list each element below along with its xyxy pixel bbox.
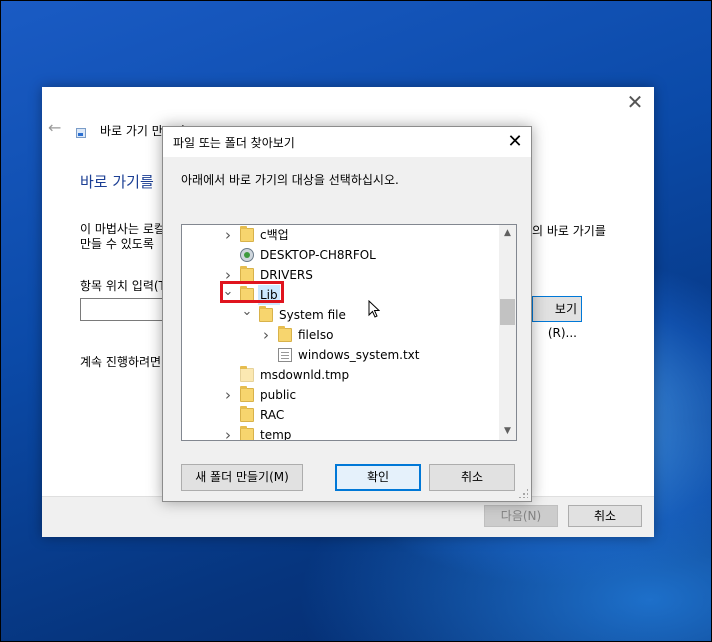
no-expander: [260, 345, 272, 365]
tree-item[interactable]: › fileIso: [182, 325, 500, 345]
tree-item[interactable]: DESKTOP-CH8RFOL: [182, 245, 500, 265]
wizard-description-right: 의 바로 가기를: [532, 224, 606, 238]
tree-item-label: DESKTOP-CH8RFOL: [260, 248, 376, 262]
no-expander: [222, 245, 234, 265]
ok-button[interactable]: 확인: [335, 464, 421, 491]
tree-item[interactable]: ⌄ System file: [182, 305, 500, 325]
expand-chevron-icon[interactable]: ›: [260, 325, 272, 345]
tree-item[interactable]: › public: [182, 385, 500, 405]
tree-item[interactable]: › temp: [182, 425, 500, 441]
dialog-close-icon[interactable]: ✕: [503, 130, 527, 154]
tree-item[interactable]: › c백업: [182, 225, 500, 245]
folder-tree[interactable]: › c백업 DESKTOP-CH8RFOL › DRIVERS ⌄ Lib ⌄ System f…: [181, 224, 517, 441]
next-button[interactable]: 다음(N): [484, 505, 558, 527]
expand-chevron-icon[interactable]: ›: [222, 385, 234, 405]
tree-item-label: msdownld.tmp: [260, 368, 350, 382]
resize-grip-icon[interactable]: [518, 488, 528, 498]
folder-icon: [240, 426, 254, 440]
back-arrow-icon[interactable]: ←: [48, 119, 66, 137]
wizard-heading: 바로 가기를: [80, 173, 154, 191]
folder-icon: [240, 226, 254, 242]
tree-item-label: RAC: [260, 408, 285, 422]
highlight-annotation: [220, 281, 284, 303]
folder-icon: [259, 306, 273, 322]
folder-icon: [240, 266, 254, 282]
tree-item[interactable]: windows_system.txt: [182, 345, 500, 365]
tree-item-label: windows_system.txt: [298, 348, 420, 362]
folder-pale-icon: [240, 366, 254, 382]
no-expander: [222, 405, 234, 425]
wizard-close-icon[interactable]: ✕: [622, 91, 648, 113]
scroll-down-icon[interactable]: ▼: [499, 423, 516, 440]
dialog-title: 파일 또는 폴더 찾아보기: [173, 136, 295, 150]
folder-icon: [278, 326, 292, 342]
computer-icon: [240, 248, 254, 262]
tree-item[interactable]: msdownld.tmp: [182, 365, 500, 385]
dialog-titlebar: 파일 또는 폴더 찾아보기 ✕: [163, 127, 531, 157]
dialog-cancel-button[interactable]: 취소: [429, 464, 515, 491]
tree-item[interactable]: RAC: [182, 405, 500, 425]
expand-chevron-icon[interactable]: ›: [222, 425, 234, 440]
dialog-instruction: 아래에서 바로 가기의 대상을 선택하십시오.: [181, 173, 399, 187]
expand-chevron-icon[interactable]: ›: [222, 225, 234, 245]
tree-item-label: System file: [279, 308, 346, 322]
folder-icon: [240, 406, 254, 422]
no-expander: [222, 365, 234, 385]
file-icon: [278, 348, 292, 362]
mouse-cursor-icon: [368, 300, 380, 318]
shortcut-app-icon: [76, 128, 86, 138]
tree-item-label: fileIso: [298, 328, 334, 342]
wizard-cancel-button[interactable]: 취소: [568, 505, 642, 527]
scroll-up-icon[interactable]: ▲: [499, 225, 516, 242]
folder-icon: [240, 386, 254, 402]
tree-scrollbar[interactable]: ▲ ▼: [499, 225, 516, 440]
scroll-thumb[interactable]: [500, 299, 515, 325]
browse-button[interactable]: 보기(R)...: [532, 296, 582, 340]
browse-dialog: 파일 또는 폴더 찾아보기 ✕ 아래에서 바로 가기의 대상을 선택하십시오. …: [162, 126, 532, 502]
tree-item-label: c백업: [260, 228, 289, 242]
tree-item-label: public: [260, 388, 297, 402]
wizard-footer: 다음(N) 취소: [42, 496, 654, 537]
collapse-chevron-icon[interactable]: ⌄: [241, 305, 253, 325]
tree-item-label: temp: [260, 428, 292, 441]
new-folder-button[interactable]: 새 폴더 만들기(M): [181, 464, 303, 491]
